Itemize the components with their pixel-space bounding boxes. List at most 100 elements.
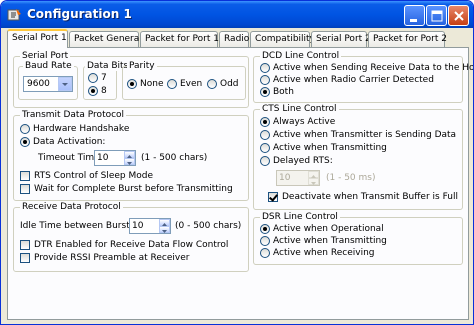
maximize-button[interactable] xyxy=(426,5,447,26)
app-icon xyxy=(7,9,21,21)
cts-always-radio[interactable]: Always Active xyxy=(260,117,335,127)
radio-label: Hardware Handshake xyxy=(33,124,130,134)
wait-burst-checkbox[interactable]: Wait for Complete Burst before Transmitt… xyxy=(20,184,233,194)
spin-up-icon[interactable] xyxy=(124,151,135,158)
baud-rate-select[interactable]: 9600 xyxy=(23,76,73,92)
parity-group: Parity None Even Odd xyxy=(122,61,246,100)
idle-time-spinner[interactable]: 10 xyxy=(129,218,171,234)
dcd-sending-radio[interactable]: Active when Sending Receive Data to the … xyxy=(260,63,474,73)
configuration-window: Configuration 1 Serial Port 1 Packet Gen… xyxy=(0,0,474,325)
timeout-label: Timeout Time: xyxy=(38,153,103,163)
dsr-line-control-group: DSR Line Control Active when Operational… xyxy=(253,212,463,265)
dsr-transmitting-radio[interactable]: Active when Transmitting xyxy=(260,236,387,246)
parity-legend: Parity xyxy=(127,61,157,71)
serial-port-legend: Serial Port xyxy=(20,51,71,61)
spin-down-icon[interactable] xyxy=(159,226,170,233)
radio-label: Active when Transmitting xyxy=(273,143,387,153)
idle-time-value: 10 xyxy=(132,221,144,231)
checkbox-label: Wait for Complete Burst before Transmitt… xyxy=(34,184,233,194)
delayed-rts-range-label: (1 - 50 ms) xyxy=(326,173,376,183)
minimize-icon xyxy=(410,19,417,22)
receive-data-protocol-group: Receive Data Protocol Idle Time between … xyxy=(13,202,249,272)
tab-compatibility[interactable]: Compatibility xyxy=(250,31,315,47)
spin-up-icon[interactable] xyxy=(159,219,170,226)
tab-label: Packet General xyxy=(74,34,142,44)
data-bits-8-radio[interactable]: 8 xyxy=(88,86,107,96)
radio-label: Both xyxy=(273,87,294,97)
rssi-preamble-checkbox[interactable]: Provide RSSI Preamble at Receiver xyxy=(20,253,189,263)
tab-packet-for-port-1[interactable]: Packet for Port 1 xyxy=(140,31,219,47)
delayed-rts-value: 10 xyxy=(279,173,291,183)
tab-serial-port-2[interactable]: Serial Port 2 xyxy=(311,31,371,47)
title-bar[interactable]: Configuration 1 xyxy=(1,1,473,28)
radio-label: Active when Operational xyxy=(273,224,384,234)
radio-label: Delayed RTS: xyxy=(273,156,333,166)
receive-legend: Receive Data Protocol xyxy=(20,202,123,212)
close-icon xyxy=(454,11,464,21)
dcd-both-radio[interactable]: Both xyxy=(260,87,294,97)
dtr-enabled-checkbox[interactable]: DTR Enabled for Receive Data Flow Contro… xyxy=(20,240,228,250)
deactivate-buffer-full-checkbox[interactable]: Deactivate when Transmit Buffer is Full xyxy=(268,192,458,202)
dcd-line-control-group: DCD Line Control Active when Sending Rec… xyxy=(253,51,473,103)
radio-label: 8 xyxy=(101,86,107,96)
transmit-legend: Transmit Data Protocol xyxy=(20,110,127,120)
checkbox-label: Deactivate when Transmit Buffer is Full xyxy=(282,192,458,202)
tab-serial-port-1[interactable]: Serial Port 1 xyxy=(7,29,68,48)
parity-odd-radio[interactable]: Odd xyxy=(207,79,239,89)
checkbox-label: RTS Control of Sleep Mode xyxy=(34,171,153,181)
parity-even-radio[interactable]: Even xyxy=(167,79,202,89)
transmit-data-protocol-group: Transmit Data Protocol Hardware Handshak… xyxy=(13,110,249,201)
cts-line-control-group: CTS Line Control Always Active Active wh… xyxy=(253,104,463,210)
timeout-value: 10 xyxy=(97,153,109,163)
radio-label: Always Active xyxy=(273,117,336,127)
tab-label: Serial Port 2 xyxy=(316,34,371,44)
checkbox-label: DTR Enabled for Receive Data Flow Contro… xyxy=(34,240,229,250)
data-bits-group: Data Bits 7 8 xyxy=(83,61,131,100)
timeout-range-label: (1 - 500 chars) xyxy=(141,153,208,163)
cts-sending-radio[interactable]: Active when Transmitter is Sending Data xyxy=(260,130,456,140)
cts-transmitting-radio[interactable]: Active when Transmitting xyxy=(260,143,387,153)
hardware-handshake-radio[interactable]: Hardware Handshake xyxy=(20,124,129,134)
close-button[interactable] xyxy=(448,5,469,26)
radio-label: Active when Transmitter is Sending Data xyxy=(273,130,457,140)
minimize-button[interactable] xyxy=(404,5,425,26)
parity-none-radio[interactable]: None xyxy=(127,79,163,89)
tab-radio[interactable]: Radio xyxy=(219,31,249,47)
delayed-rts-spinner[interactable]: 10 xyxy=(276,170,320,186)
dsr-operational-radio[interactable]: Active when Operational xyxy=(260,224,384,234)
cts-delayed-rts-radio[interactable]: Delayed RTS: xyxy=(260,156,333,166)
serial-port-1-panel: Serial Port Baud Rate 9600 Data Bits 7 8… xyxy=(7,47,473,320)
radio-label: Odd xyxy=(220,79,239,89)
dcd-legend: DCD Line Control xyxy=(260,51,342,61)
radio-label: Even xyxy=(180,79,203,89)
rts-sleep-checkbox[interactable]: RTS Control of Sleep Mode xyxy=(20,171,153,181)
tab-label: Serial Port 1 xyxy=(12,33,67,43)
radio-label: Active when Sending Receive Data to the … xyxy=(273,63,474,73)
baud-rate-legend: Baud Rate xyxy=(23,61,74,71)
radio-label: Active when Radio Carrier Detected xyxy=(273,75,434,85)
radio-label: 7 xyxy=(101,73,107,83)
radio-label: None xyxy=(140,79,164,89)
idle-range-label: (0 - 500 chars) xyxy=(175,221,242,231)
serial-port-group: Serial Port Baud Rate 9600 Data Bits 7 8… xyxy=(13,51,249,108)
spin-up-icon[interactable] xyxy=(308,171,319,178)
tab-label: Radio xyxy=(224,34,250,44)
spin-down-icon[interactable] xyxy=(124,158,135,165)
timeout-spinner[interactable]: 10 xyxy=(94,150,136,166)
window-title: Configuration 1 xyxy=(27,7,132,21)
tab-label: Packet for Port 2 xyxy=(373,34,447,44)
data-bits-7-radio[interactable]: 7 xyxy=(88,73,107,83)
tab-packet-for-port-2[interactable]: Packet for Port 2 xyxy=(368,31,447,47)
tab-packet-general[interactable]: Packet General xyxy=(69,31,142,47)
radio-label: Active when Receiving xyxy=(273,248,375,258)
dropdown-arrow-icon[interactable] xyxy=(58,77,72,91)
data-activation-radio[interactable]: Data Activation: xyxy=(20,137,105,147)
radio-label: Active when Transmitting xyxy=(273,236,387,246)
spin-down-icon[interactable] xyxy=(308,178,319,185)
radio-label: Data Activation: xyxy=(33,137,106,147)
dcd-carrier-radio[interactable]: Active when Radio Carrier Detected xyxy=(260,75,434,85)
cts-legend: CTS Line Control xyxy=(260,104,339,114)
dsr-receiving-radio[interactable]: Active when Receiving xyxy=(260,248,374,258)
maximize-icon xyxy=(431,10,443,22)
idle-time-label: Idle Time between Bursts: xyxy=(20,221,138,231)
